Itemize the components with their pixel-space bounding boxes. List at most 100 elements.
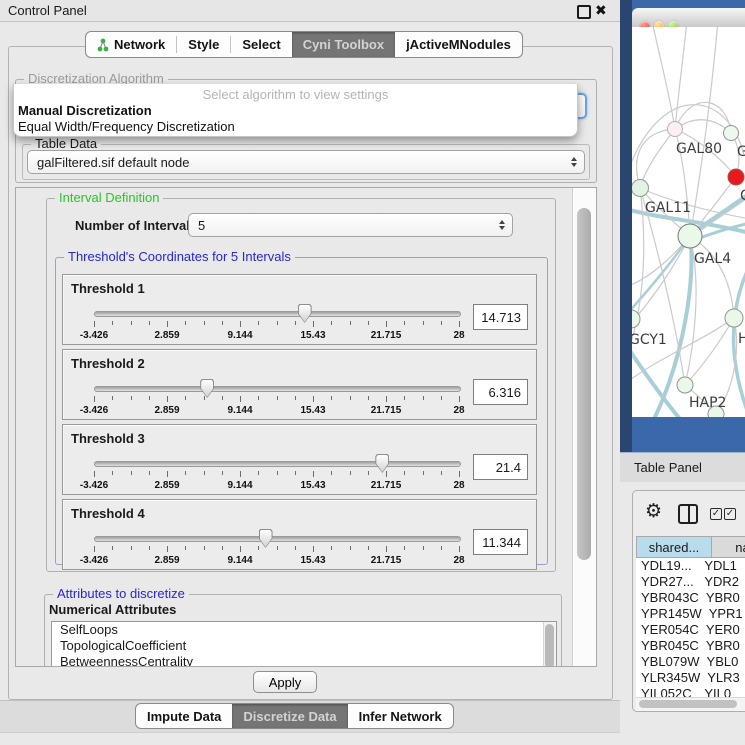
tab-infer-network[interactable]: Infer Network xyxy=(348,704,453,728)
slider-tick xyxy=(368,396,369,400)
thresholds-group: Threshold's Coordinates for 5 Intervals … xyxy=(55,257,548,565)
slider-tick xyxy=(222,471,223,475)
slider-track[interactable] xyxy=(94,311,461,317)
slider-track[interactable] xyxy=(94,386,461,392)
tab-label: Style xyxy=(188,37,219,52)
tab-impute-data[interactable]: Impute Data xyxy=(136,704,232,728)
tab-jactivemnodules[interactable]: jActiveMNodules xyxy=(395,32,522,57)
table-data-combobox[interactable]: galFiltered.sif default node xyxy=(27,150,585,174)
tab-label: Cyni Toolbox xyxy=(303,37,384,52)
screenshot-root: Control Panel ✖ Network Style Select Cyni T… xyxy=(0,0,745,745)
threshold-value-field[interactable]: 6.316 xyxy=(473,379,528,405)
threshold-1-row: Threshold 1-3.4262.8599.14415.4321.71528… xyxy=(62,274,537,345)
numerical-attributes-list[interactable]: SelfLoopsTopologicalCoefficientBetweenne… xyxy=(51,621,557,667)
table-row[interactable]: YER054CYER0 xyxy=(636,622,745,638)
thresholds-group-title: Threshold's Coordinates for 5 Intervals xyxy=(64,249,295,264)
table-row[interactable]: YLR345WYLR3 xyxy=(636,670,745,686)
slider-tick-label: 2.859 xyxy=(154,330,179,341)
network-node[interactable] xyxy=(668,122,683,137)
column-header-shared-name[interactable]: shared... xyxy=(636,536,712,558)
network-node[interactable] xyxy=(677,377,693,393)
table-row[interactable]: YBR043CYBR0 xyxy=(636,590,745,606)
attribute-item[interactable]: BetweennessCentrality xyxy=(52,654,556,667)
table-horizontal-scrollbar[interactable] xyxy=(636,697,745,711)
network-view-left-edge xyxy=(620,0,632,452)
network-node-label: C xyxy=(740,188,745,204)
slider-tick xyxy=(459,321,460,327)
threshold-value-field[interactable]: 11.344 xyxy=(473,529,528,555)
table-row[interactable]: YPR145WYPR1 xyxy=(636,606,745,622)
attribute-item[interactable]: TopologicalCoefficient xyxy=(52,638,556,654)
slider-tick xyxy=(386,546,387,552)
network-node[interactable] xyxy=(678,224,702,248)
table-row[interactable]: YBR045CYBR0 xyxy=(636,638,745,654)
tab-discretize-data[interactable]: Discretize Data xyxy=(232,704,347,728)
number-of-intervals-combobox[interactable]: 5 xyxy=(188,213,513,237)
network-node[interactable] xyxy=(724,126,739,141)
tab-label: jActiveMNodules xyxy=(406,37,511,52)
network-canvas[interactable]: GAL80GCGAL11GAL4GCY1HHAP2 xyxy=(632,27,745,417)
close-icon[interactable]: ✖ xyxy=(595,2,607,19)
threshold-value-field[interactable]: 21.4 xyxy=(473,454,528,480)
slider-tick xyxy=(240,471,241,477)
attribute-item[interactable]: SelfLoops xyxy=(52,622,556,638)
table-data-group-title: Table Data xyxy=(31,136,101,151)
tab-label: Impute Data xyxy=(147,709,221,724)
slider-handle[interactable] xyxy=(259,529,273,548)
slider-tick-label: 2.859 xyxy=(154,480,179,491)
slider-tick-label: 21.715 xyxy=(371,480,402,491)
tab-label: Infer Network xyxy=(359,709,442,724)
slider-handle[interactable] xyxy=(375,454,389,473)
table-row[interactable]: YBL079WYBL0 xyxy=(636,654,745,670)
settings-vertical-scrollbar[interactable] xyxy=(572,188,596,666)
select-columns-checkbox-icon[interactable]: ✓ xyxy=(710,508,722,520)
network-node[interactable] xyxy=(632,310,640,328)
slider-tick xyxy=(112,471,113,475)
cell-shared-name: YBL079W xyxy=(636,654,700,670)
gear-icon[interactable]: ⚙ xyxy=(645,502,662,521)
apply-button[interactable]: Apply xyxy=(253,671,317,693)
attributes-list-scrollbar[interactable] xyxy=(543,622,556,667)
slider-tick xyxy=(277,546,278,550)
network-edge xyxy=(632,345,680,417)
slider-tick xyxy=(204,396,205,400)
slider-tick xyxy=(423,396,424,400)
tab-network[interactable]: Network xyxy=(86,32,176,57)
threshold-value-field[interactable]: 14.713 xyxy=(473,304,528,330)
attributes-group: Attributes to discretize Numerical Attri… xyxy=(44,594,562,667)
slider-tick-label: 9.144 xyxy=(227,480,252,491)
dropdown-option-manual-discretization[interactable]: Manual Discretization xyxy=(14,103,577,119)
network-node[interactable] xyxy=(632,180,649,197)
column-header-name[interactable]: na xyxy=(712,536,745,558)
slider-handle[interactable] xyxy=(298,304,312,323)
split-columns-icon[interactable] xyxy=(678,504,698,524)
cell-name: YBL0 xyxy=(700,654,745,670)
tab-style[interactable]: Style xyxy=(177,32,230,57)
slider-handle[interactable] xyxy=(200,379,214,398)
tab-cyni-toolbox[interactable]: Cyni Toolbox xyxy=(292,32,395,57)
table-row[interactable]: YDR27...YDR2 xyxy=(636,574,745,590)
cell-shared-name: YLR345W xyxy=(636,670,700,686)
table-row[interactable]: YIL052CYIL0 xyxy=(636,686,745,697)
numerical-attributes-label: Numerical Attributes xyxy=(49,602,176,617)
slider-tick xyxy=(258,546,259,550)
network-node-label: GCY1 xyxy=(632,332,667,348)
network-node[interactable] xyxy=(728,169,744,185)
select-all-checkbox-icon[interactable]: ✓ xyxy=(724,508,736,520)
tab-select[interactable]: Select xyxy=(231,32,291,57)
network-node[interactable] xyxy=(725,309,743,327)
control-panel-titlebar: Control Panel ✖ xyxy=(0,0,620,22)
float-window-icon[interactable] xyxy=(577,5,591,19)
table-row[interactable]: YDL19...YDL1 xyxy=(636,558,745,574)
slider-tick xyxy=(222,321,223,325)
slider-track[interactable] xyxy=(94,536,461,542)
slider-track[interactable] xyxy=(94,461,461,467)
slider-tick xyxy=(149,321,150,325)
dropdown-option-equal-width-frequency[interactable]: Equal Width/Frequency Discretization xyxy=(14,119,577,135)
slider-tick xyxy=(149,546,150,550)
slider-tick xyxy=(386,321,387,327)
slider-tick xyxy=(423,321,424,325)
algorithm-dropdown-popup: Select algorithm to view settings Manual… xyxy=(13,84,578,137)
network-edge xyxy=(640,129,675,188)
network-node-label: GAL80 xyxy=(676,141,722,157)
